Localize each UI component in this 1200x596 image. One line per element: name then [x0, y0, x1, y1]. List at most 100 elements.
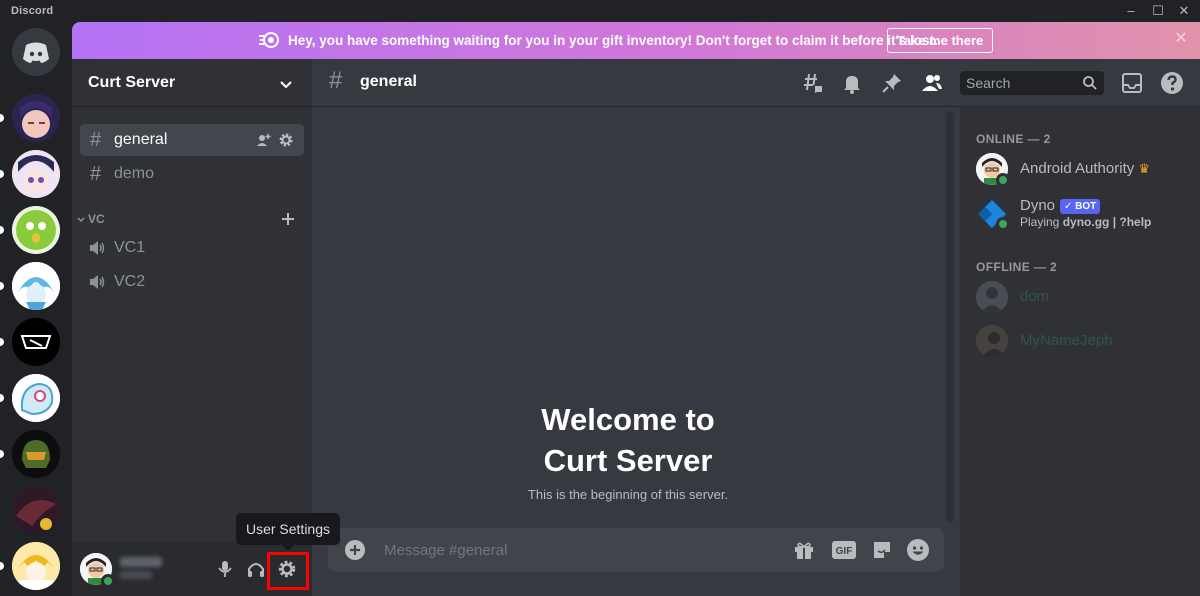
close-window-button[interactable]: ✕: [1170, 2, 1198, 20]
member-name: MyNameJeph: [1020, 332, 1113, 349]
owner-crown-icon: ♛: [1138, 161, 1151, 176]
unread-indicator: [0, 282, 4, 290]
member-list-icon[interactable]: [920, 71, 944, 95]
unread-indicator: [0, 226, 4, 234]
welcome-heading: Welcome to Curt Server: [312, 399, 944, 481]
channel-label: VC2: [114, 273, 146, 290]
add-channel-icon[interactable]: [280, 211, 296, 227]
invite-icon[interactable]: [256, 132, 272, 148]
server-rail: [0, 22, 72, 596]
channel-label: demo: [114, 165, 155, 182]
server-icon-8[interactable]: [12, 486, 60, 534]
server-icon-5[interactable]: [12, 318, 60, 366]
gear-icon[interactable]: [278, 132, 294, 148]
online-status-dot: [996, 173, 1010, 187]
member-avatar: [976, 325, 1008, 357]
unread-indicator: [0, 170, 4, 178]
microphone-icon[interactable]: [215, 559, 235, 579]
server-header[interactable]: Curt Server: [72, 59, 312, 107]
online-status-dot: [101, 574, 115, 588]
welcome-subtitle: This is the beginning of this server.: [527, 487, 729, 502]
search-icon: [1083, 76, 1097, 90]
minimize-button[interactable]: –: [1117, 2, 1145, 20]
unread-indicator: [0, 394, 4, 402]
gift-icon[interactable]: [792, 538, 816, 562]
inbox-icon[interactable]: [1120, 71, 1144, 95]
title-bar: Discord – ☐ ✕: [0, 0, 1200, 22]
user-settings-tooltip: User Settings: [236, 513, 340, 545]
server-icon-6[interactable]: [12, 374, 60, 422]
pin-icon[interactable]: [880, 71, 904, 95]
member-list: ONLINE — 2 Android Authority ♛ Dyno ✓ BO…: [960, 107, 1200, 596]
activity-name: dyno.gg | ?help: [1062, 215, 1152, 229]
channel-label: general: [114, 131, 168, 148]
chat-area: Welcome to Curt Server This is the begin…: [312, 59, 960, 596]
welcome-line-1: Welcome to: [541, 402, 715, 437]
banner-close-icon[interactable]: ✕: [1173, 31, 1189, 47]
category-label: VC: [88, 212, 105, 226]
online-group-header: ONLINE — 2: [976, 132, 1051, 146]
member-activity: Playing dyno.gg | ?help: [1020, 215, 1151, 229]
channel-vc1[interactable]: VC1: [80, 232, 304, 264]
bot-tag-badge: ✓ BOT: [1060, 199, 1101, 214]
member-mynamejeph[interactable]: MyNameJeph: [968, 320, 1192, 362]
add-attachment-icon[interactable]: [344, 539, 366, 561]
home-button[interactable]: [12, 28, 60, 76]
unread-indicator: [0, 562, 4, 570]
text-channel-icon: #: [90, 129, 102, 151]
discord-logo-icon: [23, 42, 49, 63]
server-icon-4[interactable]: [12, 262, 60, 310]
voice-channel-icon: [90, 241, 105, 255]
unread-indicator: [0, 450, 4, 458]
text-channel-icon: #: [329, 67, 343, 94]
search-placeholder: Search: [966, 75, 1011, 91]
gift-banner: Hey, you have something waiting for you …: [72, 22, 1200, 59]
server-icon-3[interactable]: [12, 206, 60, 254]
offline-group-header: OFFLINE — 2: [976, 260, 1058, 274]
welcome-line-2: Curt Server: [543, 443, 713, 478]
search-box[interactable]: Search: [960, 71, 1104, 95]
text-channel-icon: #: [90, 163, 102, 185]
online-status-dot: [996, 217, 1010, 231]
chat-scrollbar[interactable]: [946, 111, 954, 523]
server-icon-7[interactable]: [12, 430, 60, 478]
emoji-icon[interactable]: [906, 538, 930, 562]
channel-header: # general Search: [312, 59, 1200, 107]
member-name: Dyno: [1020, 197, 1056, 214]
server-name: Curt Server: [88, 74, 176, 91]
member-dyno[interactable]: Dyno ✓ BOT Playing dyno.gg | ?help: [968, 193, 1192, 235]
help-icon[interactable]: [1160, 71, 1184, 95]
channel-label: VC1: [114, 239, 146, 256]
take-me-there-button[interactable]: Take me there: [887, 28, 993, 53]
channel-vc2[interactable]: VC2: [80, 266, 304, 298]
maximize-button[interactable]: ☐: [1144, 2, 1172, 20]
message-input[interactable]: [384, 528, 774, 572]
member-name: Android Authority ♛: [1020, 160, 1150, 177]
threads-icon[interactable]: [800, 71, 824, 95]
channel-demo[interactable]: # demo: [80, 158, 304, 190]
member-android-authority[interactable]: Android Authority ♛: [968, 148, 1192, 190]
sticker-icon[interactable]: [870, 538, 894, 562]
member-name: dom: [1020, 288, 1050, 305]
channel-general[interactable]: # general: [80, 124, 304, 156]
unread-indicator: [0, 114, 4, 122]
gif-button[interactable]: GIF: [832, 541, 856, 559]
tooltip-arrow: [282, 545, 294, 551]
unread-indicator: [0, 338, 4, 346]
member-name-text: Android Authority: [1020, 160, 1135, 177]
member-avatar: [976, 281, 1008, 313]
member-dom[interactable]: dom: [968, 276, 1192, 318]
activity-prefix: Playing: [1020, 215, 1063, 229]
user-tag-blurred: [120, 571, 152, 579]
nitro-icon: [259, 32, 279, 48]
banner-message: Hey, you have something waiting for you …: [288, 33, 938, 48]
server-icon-2[interactable]: [12, 150, 60, 198]
gif-label: GIF: [835, 546, 853, 557]
server-icon-1[interactable]: [12, 94, 60, 142]
notification-bell-icon[interactable]: [840, 71, 864, 95]
category-vc[interactable]: VC: [76, 211, 308, 229]
message-composer: GIF: [328, 528, 944, 572]
headphones-icon[interactable]: [246, 559, 266, 579]
voice-channel-icon: [90, 275, 105, 289]
server-icon-9[interactable]: [12, 542, 60, 590]
